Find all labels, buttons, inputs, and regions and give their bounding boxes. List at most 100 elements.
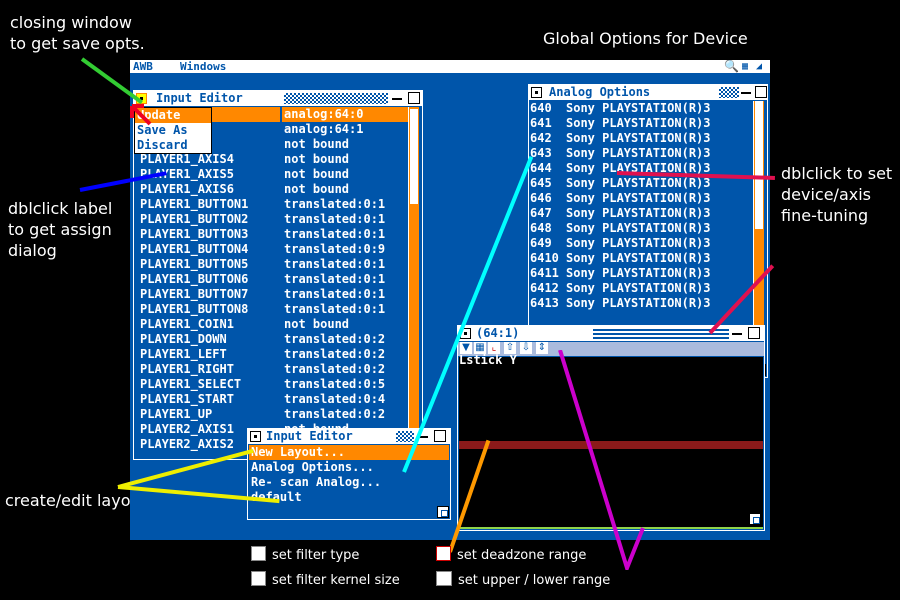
- analog-device-name[interactable]: Sony PLAYSTATION(R)3: [566, 101, 766, 116]
- input-editor-window[interactable]: Input Editor Updateanalog:64:0Save Asana…: [133, 90, 423, 460]
- axis-titlebar[interactable]: (64:1): [458, 326, 764, 341]
- binding-value[interactable]: analog:64:1: [282, 122, 414, 137]
- binding-label[interactable]: PLAYER1_START: [138, 392, 280, 407]
- analog-id[interactable]: 645: [530, 176, 562, 191]
- binding-value[interactable]: translated:0:1: [282, 272, 414, 287]
- binding-label[interactable]: PLAYER1_BUTTON1: [138, 197, 280, 212]
- scrollbar[interactable]: [408, 107, 419, 459]
- binding-value[interactable]: translated:0:1: [282, 197, 414, 212]
- depth-icon[interactable]: [408, 92, 420, 104]
- depth-icon[interactable]: [755, 86, 767, 98]
- binding-value[interactable]: translated:0:2: [282, 362, 414, 377]
- binding-value[interactable]: translated:0:1: [282, 227, 414, 242]
- binding-value[interactable]: analog:64:0: [282, 107, 414, 122]
- binding-value[interactable]: translated:0:2: [282, 332, 414, 347]
- analog-device-name[interactable]: Sony PLAYSTATION(R)3: [566, 191, 766, 206]
- analog-options-titlebar[interactable]: Analog Options: [529, 85, 767, 100]
- binding-value[interactable]: not bound: [282, 152, 414, 167]
- binding-label[interactable]: PLAYER1_LEFT: [138, 347, 280, 362]
- input-editor-titlebar[interactable]: Input Editor: [134, 91, 422, 106]
- range-both-icon[interactable]: ⇕: [536, 342, 548, 354]
- analog-device-name[interactable]: Sony PLAYSTATION(R)3: [566, 251, 766, 266]
- depth-icon[interactable]: [434, 430, 446, 442]
- binding-label[interactable]: PLAYER1_AXIS4: [138, 152, 280, 167]
- analog-id[interactable]: 643: [530, 146, 562, 161]
- binding-value[interactable]: translated:0:5: [282, 377, 414, 392]
- analog-id[interactable]: 644: [530, 161, 562, 176]
- window-title: (64:1): [476, 326, 520, 340]
- analog-id[interactable]: 648: [530, 221, 562, 236]
- binding-label[interactable]: PLAYER1_BUTTON4: [138, 242, 280, 257]
- scrollbar[interactable]: [753, 101, 764, 363]
- close-icon[interactable]: [531, 87, 542, 98]
- popup-discard[interactable]: Discard: [135, 138, 211, 153]
- binding-label[interactable]: PLAYER1_BUTTON5: [138, 257, 280, 272]
- binding-value[interactable]: translated:0:1: [282, 287, 414, 302]
- analog-id[interactable]: 6412: [530, 281, 562, 296]
- analog-device-name[interactable]: Sony PLAYSTATION(R)3: [566, 116, 766, 131]
- binding-label[interactable]: PLAYER1_BUTTON3: [138, 227, 280, 242]
- analog-id[interactable]: 647: [530, 206, 562, 221]
- binding-label[interactable]: PLAYER1_DOWN: [138, 332, 280, 347]
- scrollbar-knob[interactable]: [410, 109, 418, 204]
- input-editor-menu-window[interactable]: Input Editor New Layout... Analog Options…: [247, 428, 451, 520]
- menu-windows[interactable]: Windows: [180, 60, 226, 73]
- analog-id[interactable]: 6411: [530, 266, 562, 281]
- layout-menu-list[interactable]: New Layout... Analog Options... Re- scan A…: [249, 445, 449, 505]
- zoom-icon[interactable]: [392, 92, 404, 104]
- binding-label[interactable]: PLAYER1_AXIS6: [138, 182, 280, 197]
- binding-value[interactable]: not bound: [282, 182, 414, 197]
- binding-label[interactable]: PLAYER1_BUTTON6: [138, 272, 280, 287]
- resize-icon[interactable]: [749, 513, 761, 525]
- binding-value[interactable]: translated:0:1: [282, 257, 414, 272]
- annotation-dblclick-set: dblclick to set device/axis fine-tuning: [781, 163, 892, 226]
- zoom-icon[interactable]: [741, 86, 753, 98]
- binding-label[interactable]: PLAYER1_BUTTON7: [138, 287, 280, 302]
- layout-menu-item[interactable]: New Layout...: [249, 445, 449, 460]
- analog-device-name[interactable]: Sony PLAYSTATION(R)3: [566, 236, 766, 251]
- resize-icon[interactable]: [437, 506, 449, 518]
- analog-device-name[interactable]: Sony PLAYSTATION(R)3: [566, 221, 766, 236]
- scrollbar-knob[interactable]: [755, 101, 763, 229]
- binding-label[interactable]: PLAYER1_BUTTON8: [138, 302, 280, 317]
- analog-id[interactable]: 646: [530, 191, 562, 206]
- analog-device-name[interactable]: Sony PLAYSTATION(R)3: [566, 266, 766, 281]
- layout-menu-item[interactable]: Analog Options...: [249, 460, 449, 475]
- binding-value[interactable]: not bound: [282, 137, 414, 152]
- legend-filter-kernel: set filter kernel size: [251, 571, 400, 589]
- magnifier-icon[interactable]: 🔍: [724, 60, 739, 73]
- binding-label[interactable]: PLAYER1_COIN1: [138, 317, 280, 332]
- binding-label[interactable]: PLAYER1_RIGHT: [138, 362, 280, 377]
- binding-value[interactable]: translated:0:2: [282, 407, 414, 422]
- binding-value[interactable]: not bound: [282, 167, 414, 182]
- speaker-icon[interactable]: ◢: [756, 60, 762, 73]
- analog-device-name[interactable]: Sony PLAYSTATION(R)3: [566, 131, 766, 146]
- analog-id[interactable]: 649: [530, 236, 562, 251]
- close-icon[interactable]: [250, 431, 261, 442]
- menu-awb[interactable]: AWB: [133, 60, 153, 73]
- upper-range-icon: [436, 571, 452, 586]
- lower-range-icon[interactable]: ⇩: [520, 342, 532, 354]
- binding-value[interactable]: translated:0:2: [282, 347, 414, 362]
- binding-value[interactable]: not bound: [282, 317, 414, 332]
- binding-label[interactable]: PLAYER1_SELECT: [138, 377, 280, 392]
- analog-device-name[interactable]: Sony PLAYSTATION(R)3: [566, 146, 766, 161]
- binding-label[interactable]: PLAYER1_BUTTON2: [138, 212, 280, 227]
- analog-id[interactable]: 6413: [530, 296, 562, 311]
- binding-value[interactable]: translated:0:4: [282, 392, 414, 407]
- screen-depth-icon[interactable]: ▦: [742, 60, 748, 73]
- analog-id[interactable]: 640: [530, 101, 562, 116]
- depth-icon[interactable]: [748, 327, 760, 339]
- binding-value[interactable]: translated:0:9: [282, 242, 414, 257]
- zoom-icon[interactable]: [732, 327, 744, 339]
- analog-id[interactable]: 6410: [530, 251, 562, 266]
- analog-id[interactable]: 641: [530, 116, 562, 131]
- binding-value[interactable]: translated:0:1: [282, 302, 414, 317]
- binding-label[interactable]: PLAYER1_UP: [138, 407, 280, 422]
- menubar[interactable]: AWB Windows 🔍 ▦ ◢: [130, 60, 770, 73]
- analog-id[interactable]: 642: [530, 131, 562, 146]
- analog-device-name[interactable]: Sony PLAYSTATION(R)3: [566, 281, 766, 296]
- layout-menu-item[interactable]: Re- scan Analog...: [249, 475, 449, 490]
- binding-value[interactable]: translated:0:1: [282, 212, 414, 227]
- analog-device-name[interactable]: Sony PLAYSTATION(R)3: [566, 206, 766, 221]
